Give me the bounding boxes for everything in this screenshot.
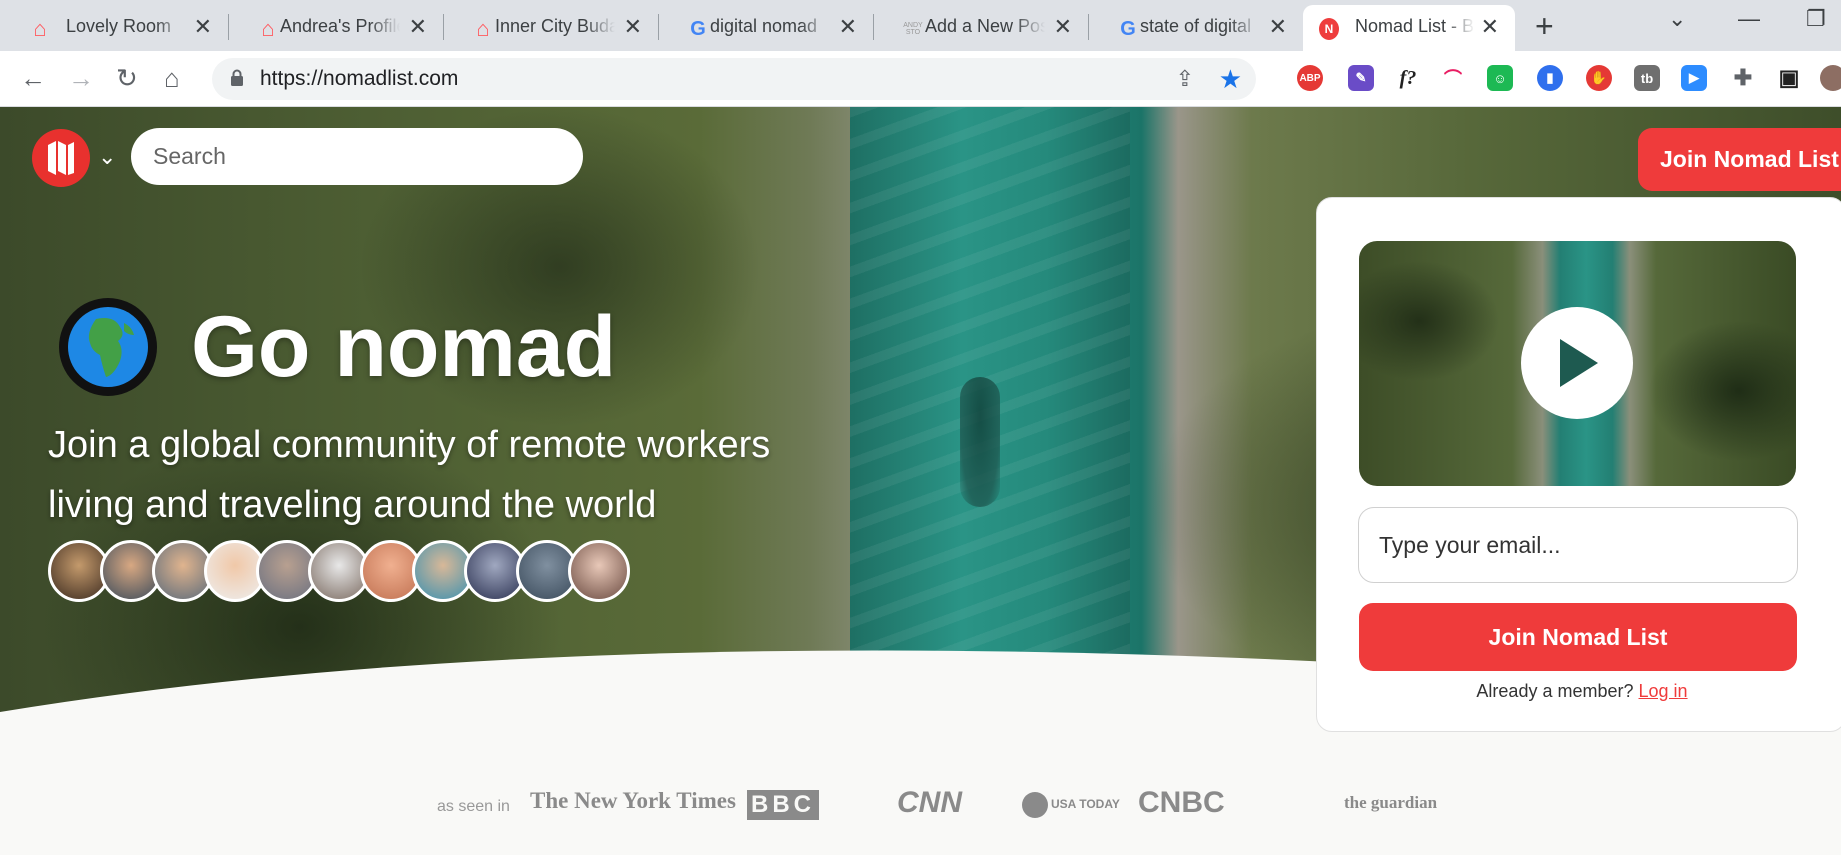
close-icon[interactable]: ✕ [409,14,427,40]
tab-title: Lovely Room [66,16,172,36]
tab-title: Inner City Buda [495,16,615,36]
andy-icon: ANDY STO [903,22,923,36]
bookmark-ext-icon[interactable]: ▮ [1537,65,1563,91]
as-seen-in-label: as seen in [437,798,510,815]
close-icon[interactable]: ✕ [194,14,212,40]
url-text: https://nomadlist.com [260,67,459,90]
lock-icon [231,69,243,86]
zoom-icon[interactable]: ▶ [1681,65,1707,91]
home-icon[interactable]: ⌂ [164,63,180,94]
nomadlist-icon: N [1319,18,1339,40]
tab-digital-nomad[interactable]: G digital nomad ✕ [658,5,873,51]
intro-video[interactable] [1359,241,1796,486]
adblock-icon[interactable]: ABP [1297,65,1323,91]
close-icon[interactable]: ✕ [624,14,642,40]
tab-add-new-post[interactable]: ANDY STO Add a New Post ✕ [873,5,1088,51]
usatoday-logo: USA TODAY [1022,792,1120,818]
play-icon[interactable] [1521,307,1633,419]
tab-andreas-profile[interactable]: ⌂ Andrea's Profile ✕ [228,5,443,51]
cnbc-logo: CNBC [1138,786,1225,819]
press-bar: as seen in The New York Times BBC CNN US… [0,748,1841,855]
google-icon: G [690,17,706,40]
tab-title: Nomad List - B [1355,16,1475,36]
extensions-icon[interactable]: ✚ [1730,65,1756,91]
avatar[interactable] [568,540,630,602]
signup-card: Join Nomad List Already a member? Log in [1316,197,1841,732]
logo-icon [48,141,74,175]
tab-state-of-digital[interactable]: G state of digital ✕ [1088,5,1303,51]
grammarly-icon[interactable]: ☺ [1487,65,1513,91]
email-field[interactable] [1358,507,1798,583]
restore-icon[interactable]: ❐ [1806,6,1826,32]
browser-tab-strip: ⌂ Lovely Room ✕ ⌂ Andrea's Profile ✕ ⌂ I… [0,0,1841,51]
new-tab-button[interactable]: + [1535,8,1554,45]
globe-icon [59,298,157,396]
tab-inner-city[interactable]: ⌂ Inner City Buda ✕ [443,5,658,51]
forward-icon[interactable]: → [68,63,94,94]
tab-title: digital nomad [710,16,818,36]
guardian-logo: the guardian [1344,793,1438,812]
airbnb-icon: ⌂ [33,16,47,41]
join-button[interactable]: Join Nomad List [1359,603,1797,671]
sidebar-icon[interactable]: ▣ [1776,65,1802,91]
close-icon[interactable]: ✕ [839,14,857,40]
already-member-text: Already a member? [1476,681,1634,701]
close-icon[interactable]: ✕ [1269,14,1287,40]
color-picker-icon[interactable]: ✎ [1348,65,1374,91]
tab-title: state of digital [1140,16,1252,36]
nyt-logo: The New York Times [530,788,736,813]
tb-icon[interactable]: tb [1634,65,1660,91]
hero-subline: Join a global community of remote worker… [48,424,771,526]
join-top-button[interactable]: Join Nomad List [1638,128,1841,191]
share-icon[interactable]: ⇪ [1176,66,1194,92]
tab-search-icon[interactable]: ⌄ [1668,6,1686,32]
browser-toolbar: ← → ↻ ⌂ https://nomadlist.com ⇪ ★ ABP ✎ … [0,51,1841,107]
chevron-down-icon[interactable]: ⌄ [98,144,116,170]
tab-title: Add a New Post [925,16,1045,36]
hero-headline: Go nomad [191,299,617,395]
rainbow-icon[interactable]: ⌒ [1440,65,1466,91]
login-link[interactable]: Log in [1639,681,1688,701]
hand-icon[interactable]: ✋ [1586,65,1612,91]
close-icon[interactable]: ✕ [1481,14,1499,40]
cnn-logo: CNN [897,786,962,819]
address-bar[interactable]: https://nomadlist.com ⇪ ★ [212,58,1256,100]
nomadlist-logo[interactable] [32,129,90,187]
profile-avatar[interactable] [1820,65,1841,91]
usatoday-text: USA TODAY [1051,797,1120,812]
google-icon: G [1120,17,1136,40]
tab-title: Andrea's Profile [280,16,400,36]
tab-nomad-list[interactable]: N Nomad List - B ✕ [1303,5,1515,51]
font-finder-icon[interactable]: f? [1395,65,1421,91]
bookmark-star-icon[interactable]: ★ [1219,64,1242,95]
airbnb-icon: ⌂ [476,16,490,41]
airbnb-icon: ⌂ [261,16,275,41]
reload-icon[interactable]: ↻ [116,63,138,94]
search-input[interactable] [131,128,583,185]
login-prompt: Already a member? Log in [1317,681,1841,702]
tab-lovely-room[interactable]: ⌂ Lovely Room ✕ [0,5,228,51]
minimize-icon[interactable]: — [1738,6,1760,32]
bbc-logo: BBC [747,790,819,820]
close-icon[interactable]: ✕ [1054,14,1072,40]
back-icon[interactable]: ← [20,63,46,94]
